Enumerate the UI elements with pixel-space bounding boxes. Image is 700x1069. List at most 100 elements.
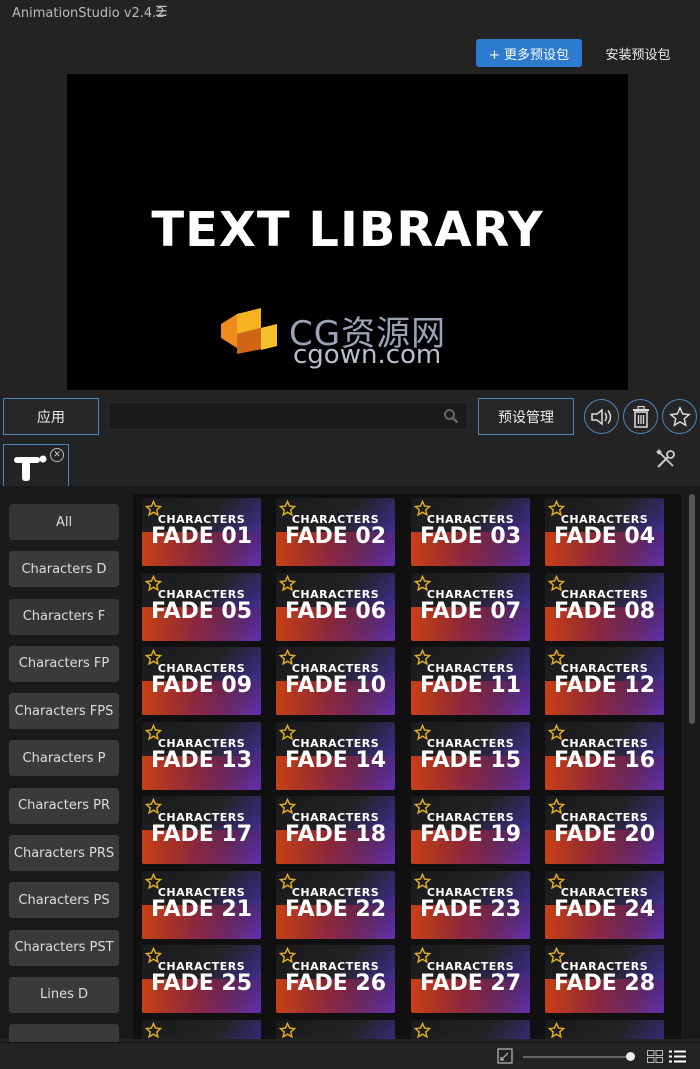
preset-tile[interactable]: CHARACTERS FADE 06	[276, 572, 395, 641]
preset-manage-button[interactable]: 预设管理	[478, 398, 574, 435]
preset-tile[interactable]: CHARACTERS FADE 08	[545, 572, 664, 641]
preset-tile[interactable]: CHARACTERS FADE 28	[545, 945, 664, 1013]
preset-name-label: FADE 21	[150, 896, 253, 922]
more-presets-button[interactable]: + 更多预设包	[476, 39, 582, 67]
preset-tile[interactable]: CHARACTERS FADE 17	[142, 796, 261, 864]
preset-tile[interactable]: CHARACTERS FADE 16	[545, 721, 664, 790]
star-icon[interactable]	[145, 798, 162, 815]
star-icon[interactable]	[414, 500, 431, 517]
category-characters-f[interactable]: Characters F	[9, 598, 119, 635]
preset-tile[interactable]: CHARACTERS FADE 19	[411, 796, 530, 864]
category-sidebar: All Characters D Characters F Characters…	[9, 504, 119, 1069]
preset-tile[interactable]	[142, 1019, 261, 1039]
star-icon[interactable]	[279, 798, 296, 815]
preset-tile[interactable]: CHARACTERS FADE 27	[411, 945, 530, 1013]
preset-tile[interactable]: CHARACTERS FADE 21	[142, 870, 261, 939]
star-icon[interactable]	[414, 574, 431, 592]
preset-tile[interactable]: CHARACTERS FADE 04	[545, 498, 664, 566]
zoom-slider-handle[interactable]	[625, 1052, 635, 1061]
scrollbar[interactable]	[689, 494, 695, 1039]
preset-name-label: FADE 05	[150, 598, 253, 624]
preset-tile[interactable]: CHARACTERS FADE 03	[411, 498, 530, 566]
star-icon[interactable]	[414, 1021, 431, 1039]
star-icon[interactable]	[279, 500, 296, 517]
preset-tile[interactable]	[276, 1019, 395, 1039]
install-presets-button[interactable]: 安装预设包	[596, 39, 680, 67]
category-characters-d[interactable]: Characters D	[9, 551, 119, 588]
preset-tile[interactable]: CHARACTERS FADE 23	[411, 870, 530, 939]
preset-tile[interactable]: CHARACTERS FADE 07	[411, 572, 530, 641]
star-icon[interactable]	[279, 723, 296, 741]
star-icon[interactable]	[414, 947, 431, 964]
star-icon[interactable]	[548, 1021, 565, 1039]
star-icon[interactable]	[414, 649, 431, 666]
star-icon[interactable]	[279, 947, 296, 964]
apply-button[interactable]: 应用	[3, 398, 99, 435]
preset-tile[interactable]: CHARACTERS FADE 20	[545, 796, 664, 864]
star-icon[interactable]	[145, 947, 162, 964]
preset-tile[interactable]: CHARACTERS FADE 22	[276, 870, 395, 939]
star-icon[interactable]	[279, 872, 296, 890]
category-all[interactable]: All	[9, 504, 119, 540]
delete-button[interactable]	[623, 399, 658, 434]
grid-view-icon[interactable]	[647, 1050, 663, 1063]
star-icon[interactable]	[279, 1021, 296, 1039]
preset-tile[interactable]: CHARACTERS FADE 05	[142, 572, 261, 641]
scrollbar-thumb[interactable]	[689, 494, 695, 724]
star-icon[interactable]	[548, 649, 565, 666]
star-icon[interactable]	[145, 723, 162, 741]
preset-tile[interactable]	[545, 1019, 664, 1039]
preset-tile[interactable]: CHARACTERS FADE 02	[276, 498, 395, 566]
star-icon[interactable]	[548, 872, 565, 890]
star-icon[interactable]	[548, 500, 565, 517]
star-icon[interactable]	[279, 574, 296, 592]
fit-icon[interactable]	[497, 1048, 513, 1064]
preset-name-label: FADE 27	[419, 971, 522, 996]
star-icon[interactable]	[414, 798, 431, 815]
speaker-icon	[590, 407, 611, 426]
search-box[interactable]	[108, 402, 468, 430]
preset-tile[interactable]: CHARACTERS FADE 15	[411, 721, 530, 790]
category-lines-d[interactable]: Lines D	[9, 976, 119, 1013]
preset-tile[interactable]: CHARACTERS FADE 12	[545, 647, 664, 715]
star-icon[interactable]	[279, 649, 296, 666]
preset-tile[interactable]: CHARACTERS FADE 25	[142, 945, 261, 1013]
zoom-slider-track[interactable]	[523, 1056, 633, 1058]
wrench-screwdriver-icon[interactable]	[655, 448, 677, 470]
preset-tile[interactable]: CHARACTERS FADE 26	[276, 945, 395, 1013]
preset-tile[interactable]: CHARACTERS FADE 01	[142, 498, 261, 566]
category-characters-pst[interactable]: Characters PST	[9, 929, 119, 966]
preset-tile[interactable]: CHARACTERS FADE 09	[142, 647, 261, 715]
search-icon[interactable]	[443, 408, 459, 424]
preset-tile[interactable]: CHARACTERS FADE 18	[276, 796, 395, 864]
star-icon[interactable]	[145, 872, 162, 890]
star-icon[interactable]	[145, 1021, 162, 1039]
category-characters-fps[interactable]: Characters FPS	[9, 693, 119, 730]
star-icon[interactable]	[414, 723, 431, 741]
preset-tile[interactable]: CHARACTERS FADE 10	[276, 647, 395, 715]
list-view-icon[interactable]	[669, 1050, 686, 1063]
preset-tile[interactable]	[411, 1019, 530, 1039]
search-input[interactable]	[109, 403, 439, 429]
category-characters-ps[interactable]: Characters PS	[9, 882, 119, 919]
star-icon[interactable]	[145, 500, 162, 517]
preset-tile[interactable]: CHARACTERS FADE 14	[276, 721, 395, 790]
close-icon[interactable]: ✕	[50, 448, 64, 462]
star-icon[interactable]	[548, 947, 565, 964]
category-characters-pr[interactable]: Characters PR	[9, 787, 119, 824]
hamburger-icon[interactable]: ☰	[155, 4, 168, 20]
sound-button[interactable]	[584, 399, 619, 434]
star-icon[interactable]	[548, 574, 565, 592]
category-characters-prs[interactable]: Characters PRS	[9, 835, 119, 872]
preset-tile[interactable]: CHARACTERS FADE 11	[411, 647, 530, 715]
favorite-button[interactable]	[662, 399, 697, 434]
star-icon[interactable]	[548, 798, 565, 815]
star-icon[interactable]	[145, 574, 162, 592]
preset-tile[interactable]: CHARACTERS FADE 13	[142, 721, 261, 790]
star-icon[interactable]	[414, 872, 431, 890]
category-characters-p[interactable]: Characters P	[9, 740, 119, 777]
preset-tile[interactable]: CHARACTERS FADE 24	[545, 870, 664, 939]
category-characters-fp[interactable]: Characters FP	[9, 645, 119, 682]
star-icon[interactable]	[548, 723, 565, 741]
star-icon[interactable]	[145, 649, 162, 666]
